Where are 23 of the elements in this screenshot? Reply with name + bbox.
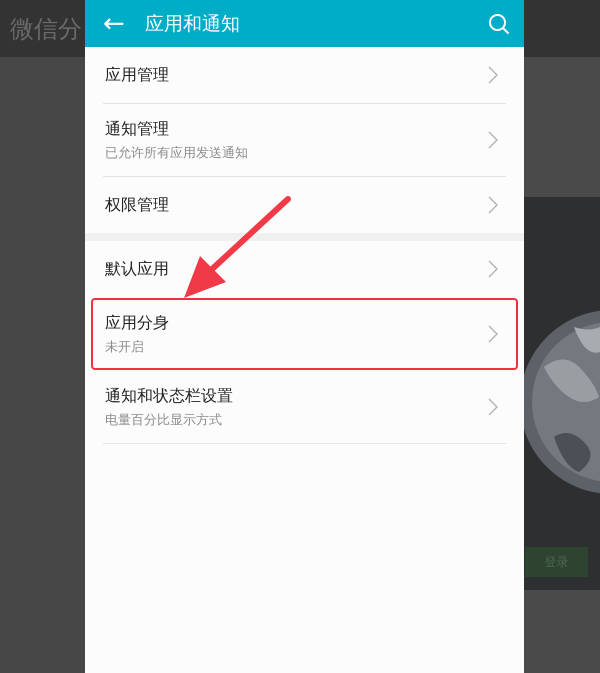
settings-item[interactable]: 通知管理 已允许所有应用发送通知 bbox=[91, 104, 518, 176]
settings-item[interactable]: 应用管理 bbox=[91, 47, 518, 103]
item-title: 默认应用 bbox=[105, 258, 170, 280]
chevron-right-icon bbox=[488, 131, 498, 149]
settings-item[interactable]: 默认应用 bbox=[91, 241, 518, 297]
item-subtitle: 已允许所有应用发送通知 bbox=[105, 144, 249, 162]
screen-title: 应用和通知 bbox=[144, 12, 241, 36]
item-title: 通知管理 bbox=[105, 118, 170, 140]
chevron-right-icon bbox=[488, 66, 498, 84]
item-subtitle: 未开启 bbox=[105, 338, 145, 356]
item-title: 权限管理 bbox=[105, 194, 170, 216]
item-subtitle: 电量百分比显示方式 bbox=[105, 412, 223, 428]
chevron-right-icon bbox=[488, 398, 498, 416]
settings-item[interactable]: 通知和状态栏设置 电量百分比显示方式 bbox=[91, 371, 518, 443]
settings-item[interactable]: 应用分身 未开启 bbox=[91, 298, 518, 370]
item-title: 应用管理 bbox=[105, 64, 170, 86]
item-title: 通知和状态栏设置 bbox=[105, 386, 234, 406]
settings-item[interactable]: 权限管理 bbox=[91, 177, 518, 233]
chevron-right-icon bbox=[488, 325, 498, 343]
search-icon[interactable] bbox=[488, 12, 510, 34]
chevron-right-icon bbox=[488, 260, 498, 278]
item-title: 应用分身 bbox=[105, 312, 170, 334]
chevron-right-icon bbox=[488, 196, 498, 214]
